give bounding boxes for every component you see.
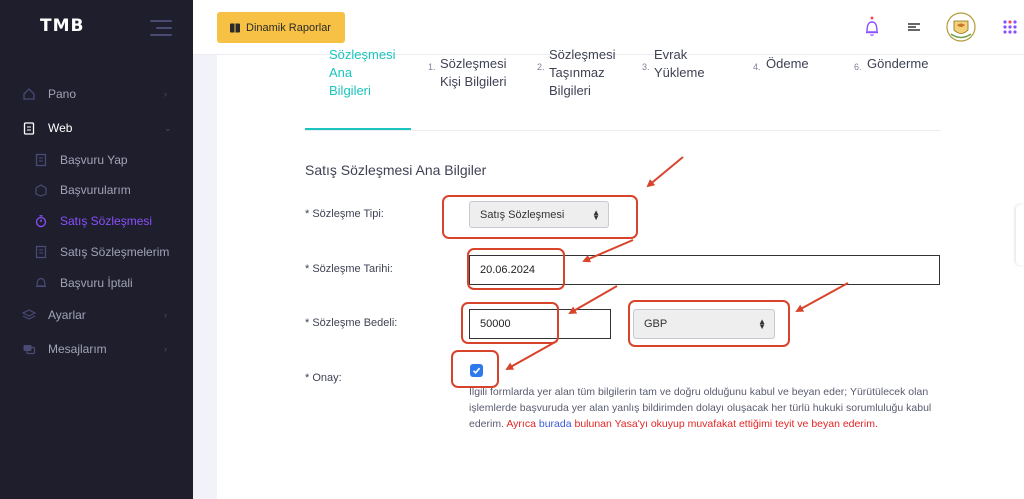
- chevron-right-icon: ›: [164, 344, 167, 354]
- step-number: 6.: [854, 62, 862, 72]
- sidebar-item-label: Web: [48, 121, 73, 135]
- wizard-step-property-info[interactable]: 2. Sözleşmesi Taşınmaz Bilgileri: [537, 46, 616, 100]
- approval-label: * Onay:: [305, 372, 342, 384]
- chevron-right-icon: ›: [164, 310, 167, 320]
- sidebar-item-basvuru-iptali[interactable]: Başvuru İptali: [0, 267, 193, 299]
- contract-amount-label: * Sözleşme Bedeli:: [305, 317, 398, 329]
- consent-text-red: bulunan Yasa'yı okuyup muvafakat ettiğim…: [574, 418, 878, 430]
- step-line: Ana: [329, 65, 353, 80]
- section-title: Satış Sözleşmesi Ana Bilgiler: [305, 162, 487, 178]
- highlight-contract-type: [442, 195, 638, 239]
- step-line: Bilgileri: [329, 83, 371, 98]
- book-icon: [229, 22, 241, 34]
- language-flag-icon[interactable]: [903, 16, 925, 38]
- document-icon: [34, 245, 48, 259]
- highlight-contract-date: [467, 248, 565, 290]
- notifications-bell-icon[interactable]: [861, 16, 883, 38]
- dynamic-reports-label: Dinamik Raporlar: [246, 21, 331, 34]
- step-line: Yükleme: [654, 65, 705, 80]
- step-line: Ödeme: [766, 56, 809, 71]
- step-number: 3.: [642, 62, 650, 72]
- chat-icon: [22, 342, 36, 356]
- step-line: Bilgileri: [549, 83, 591, 98]
- contract-type-label: * Sözleşme Tipi:: [305, 208, 384, 220]
- sidebar-item-label: Başvuru İptali: [60, 276, 133, 290]
- sidebar-item-label: Ayarlar: [48, 308, 86, 322]
- step-line: Kişi Bilgileri: [440, 74, 507, 89]
- step-number: 1.: [428, 62, 436, 72]
- consent-text-red: Ayrıca: [506, 418, 536, 430]
- wizard-step-document-upload[interactable]: 3. Evrak Yükleme: [642, 46, 705, 82]
- sidebar-item-label: Satış Sözleşmesi: [60, 214, 153, 228]
- contract-date-label: * Sözleşme Tarihi:: [305, 263, 393, 275]
- main-card: Sözleşmesi Ana Bilgileri 1. Sözleşmesi K…: [217, 47, 1024, 499]
- sidebar-item-basvuru-yap[interactable]: Başvuru Yap: [0, 144, 193, 176]
- chevron-right-icon: ›: [164, 89, 167, 99]
- step-number: 4.: [753, 62, 761, 72]
- menu-toggle-icon[interactable]: [150, 20, 172, 36]
- sidebar-item-label: Pano: [48, 87, 77, 101]
- sidebar: TMB Pano › Web ⌄ Başvuru Yap Başvuruları…: [0, 0, 193, 499]
- active-step-indicator: [305, 128, 411, 130]
- sidebar-item-basvurularim[interactable]: Başvurularım: [0, 174, 193, 206]
- home-icon: [22, 87, 36, 101]
- step-line: Sözleşmesi: [549, 47, 616, 62]
- document-icon: [34, 153, 48, 167]
- sidebar-item-label: Başvurularım: [60, 183, 131, 197]
- wizard-step-person-info[interactable]: 1. Sözleşmesi Kişi Bilgileri: [428, 55, 507, 91]
- sidebar-item-ayarlar[interactable]: Ayarlar ›: [0, 299, 193, 331]
- highlight-approval: [451, 350, 499, 388]
- layers-icon: [22, 308, 36, 322]
- wizard-divider: [305, 130, 941, 131]
- step-line: Taşınmaz: [549, 65, 605, 80]
- sidebar-item-label: Satış Sözleşmelerim: [60, 245, 170, 259]
- consent-text: İlgili formlarda yer alan tüm bilgilerin…: [469, 384, 949, 432]
- step-line: Sözleşmesi: [329, 47, 396, 62]
- step-line: Sözleşmesi: [440, 56, 507, 71]
- scroll-handle[interactable]: [1016, 205, 1024, 265]
- apps-grid-icon[interactable]: [999, 16, 1021, 38]
- highlight-currency: [628, 300, 790, 347]
- dynamic-reports-button[interactable]: Dinamik Raporlar: [217, 12, 345, 43]
- sidebar-item-pano[interactable]: Pano ›: [0, 78, 193, 110]
- step-line: Evrak: [654, 47, 688, 62]
- bell-icon: [34, 276, 48, 290]
- highlight-contract-amount: [461, 302, 559, 344]
- clipboard-icon: [22, 121, 36, 135]
- app-logo[interactable]: TMB: [40, 16, 84, 36]
- law-link[interactable]: burada: [539, 418, 572, 430]
- chevron-down-icon: ⌄: [164, 122, 172, 133]
- step-line: Gönderme: [867, 56, 929, 71]
- stopwatch-icon: [34, 214, 48, 228]
- sidebar-item-mesajlarim[interactable]: Mesajlarım ›: [0, 333, 193, 365]
- wizard-step-submit[interactable]: 6. Gönderme: [854, 55, 929, 73]
- emblem-icon[interactable]: [945, 10, 977, 44]
- box-icon: [34, 183, 48, 197]
- sidebar-item-satis-sozlesmesi[interactable]: Satış Sözleşmesi: [0, 205, 193, 237]
- step-number: 2.: [537, 62, 545, 72]
- sidebar-item-label: Başvuru Yap: [60, 153, 128, 167]
- sidebar-item-label: Mesajlarım: [48, 342, 107, 356]
- wizard-step-main-info[interactable]: Sözleşmesi Ana Bilgileri: [329, 46, 395, 100]
- sidebar-item-web[interactable]: Web ⌄: [0, 112, 193, 144]
- wizard-step-payment[interactable]: 4. Ödeme: [753, 55, 809, 73]
- sidebar-item-satis-sozlesmelerim[interactable]: Satış Sözleşmelerim: [0, 236, 193, 268]
